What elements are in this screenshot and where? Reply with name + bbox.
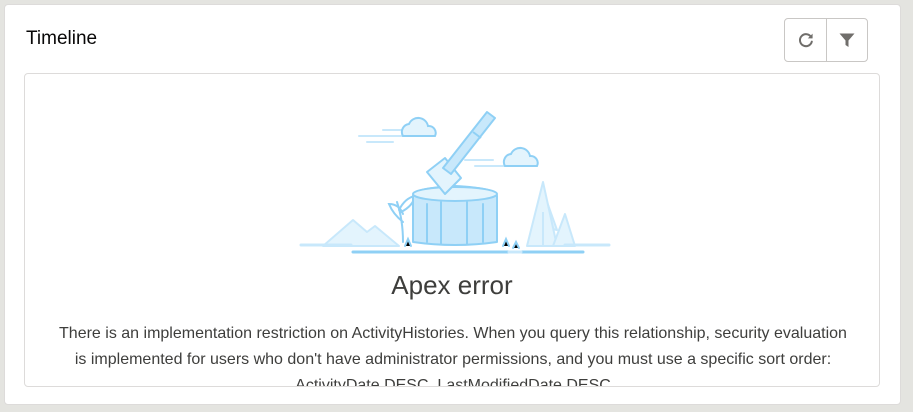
filter-icon: [839, 33, 855, 47]
error-message: There is an implementation restriction o…: [59, 325, 847, 387]
filter-button[interactable]: [826, 19, 867, 61]
timeline-card: Timeline Apex error There is an implemen…: [4, 4, 901, 405]
axe-in-stump-illustration: [299, 111, 611, 254]
card-title: Timeline: [26, 28, 98, 49]
refresh-icon: [798, 33, 813, 48]
timeline-actions: [784, 18, 868, 62]
timeline-content: Apex error There is an implementation re…: [24, 73, 880, 387]
refresh-button[interactable]: [785, 19, 826, 61]
error-title: Apex error: [391, 270, 513, 300]
